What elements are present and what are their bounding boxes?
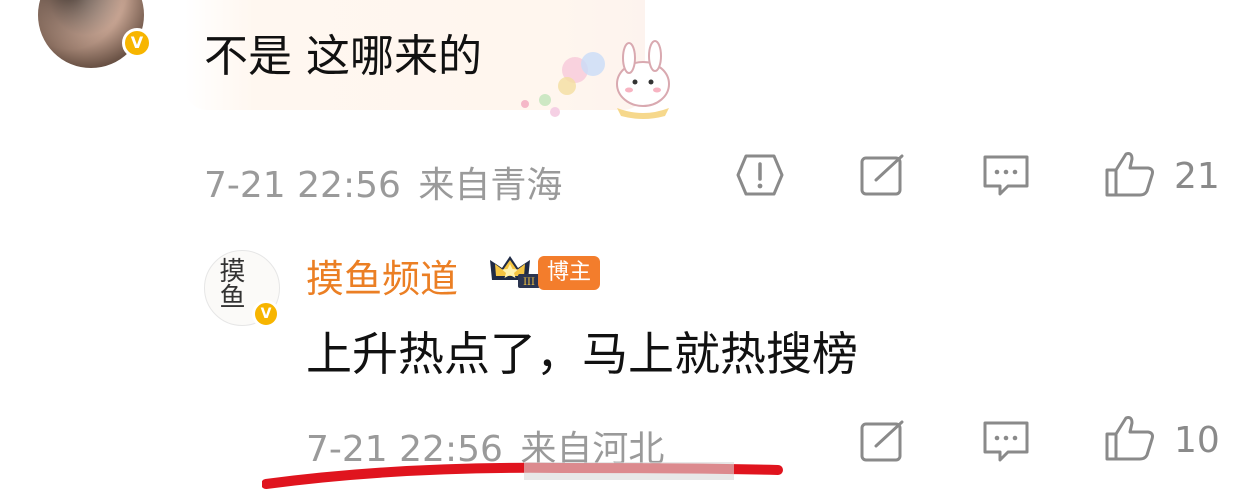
- like-count: 21: [1174, 156, 1220, 197]
- reply-text: 上升热点了，马上就热搜榜: [306, 327, 858, 381]
- comment-meta: 7-21 22:56 来自青海: [204, 156, 562, 208]
- comment-icon[interactable]: [982, 420, 1030, 462]
- repost-icon[interactable]: [860, 420, 906, 462]
- comment-text: 不是 这哪来的: [204, 31, 482, 82]
- red-underline-annotation: [262, 462, 783, 489]
- comment-location: 来自青海: [418, 165, 563, 206]
- like-icon[interactable]: [1104, 414, 1156, 462]
- reply-username[interactable]: 摸鱼频道: [306, 248, 458, 303]
- blogger-badge: 博主: [538, 256, 600, 290]
- crown-icon: III: [490, 256, 540, 288]
- report-icon[interactable]: [736, 152, 784, 198]
- level-badge: III: [523, 277, 535, 288]
- verified-badge: V: [252, 300, 280, 328]
- bunny-sticker-decoration: [521, 40, 670, 119]
- comment-icon[interactable]: [982, 154, 1030, 196]
- repost-icon[interactable]: [860, 154, 906, 196]
- like-count: 10: [1174, 420, 1220, 461]
- verified-badge: V: [122, 28, 152, 58]
- avatar-logo-text: 摸鱼: [215, 257, 245, 309]
- comment-timestamp: 7-21 22:56: [204, 165, 401, 206]
- like-icon[interactable]: [1104, 150, 1156, 198]
